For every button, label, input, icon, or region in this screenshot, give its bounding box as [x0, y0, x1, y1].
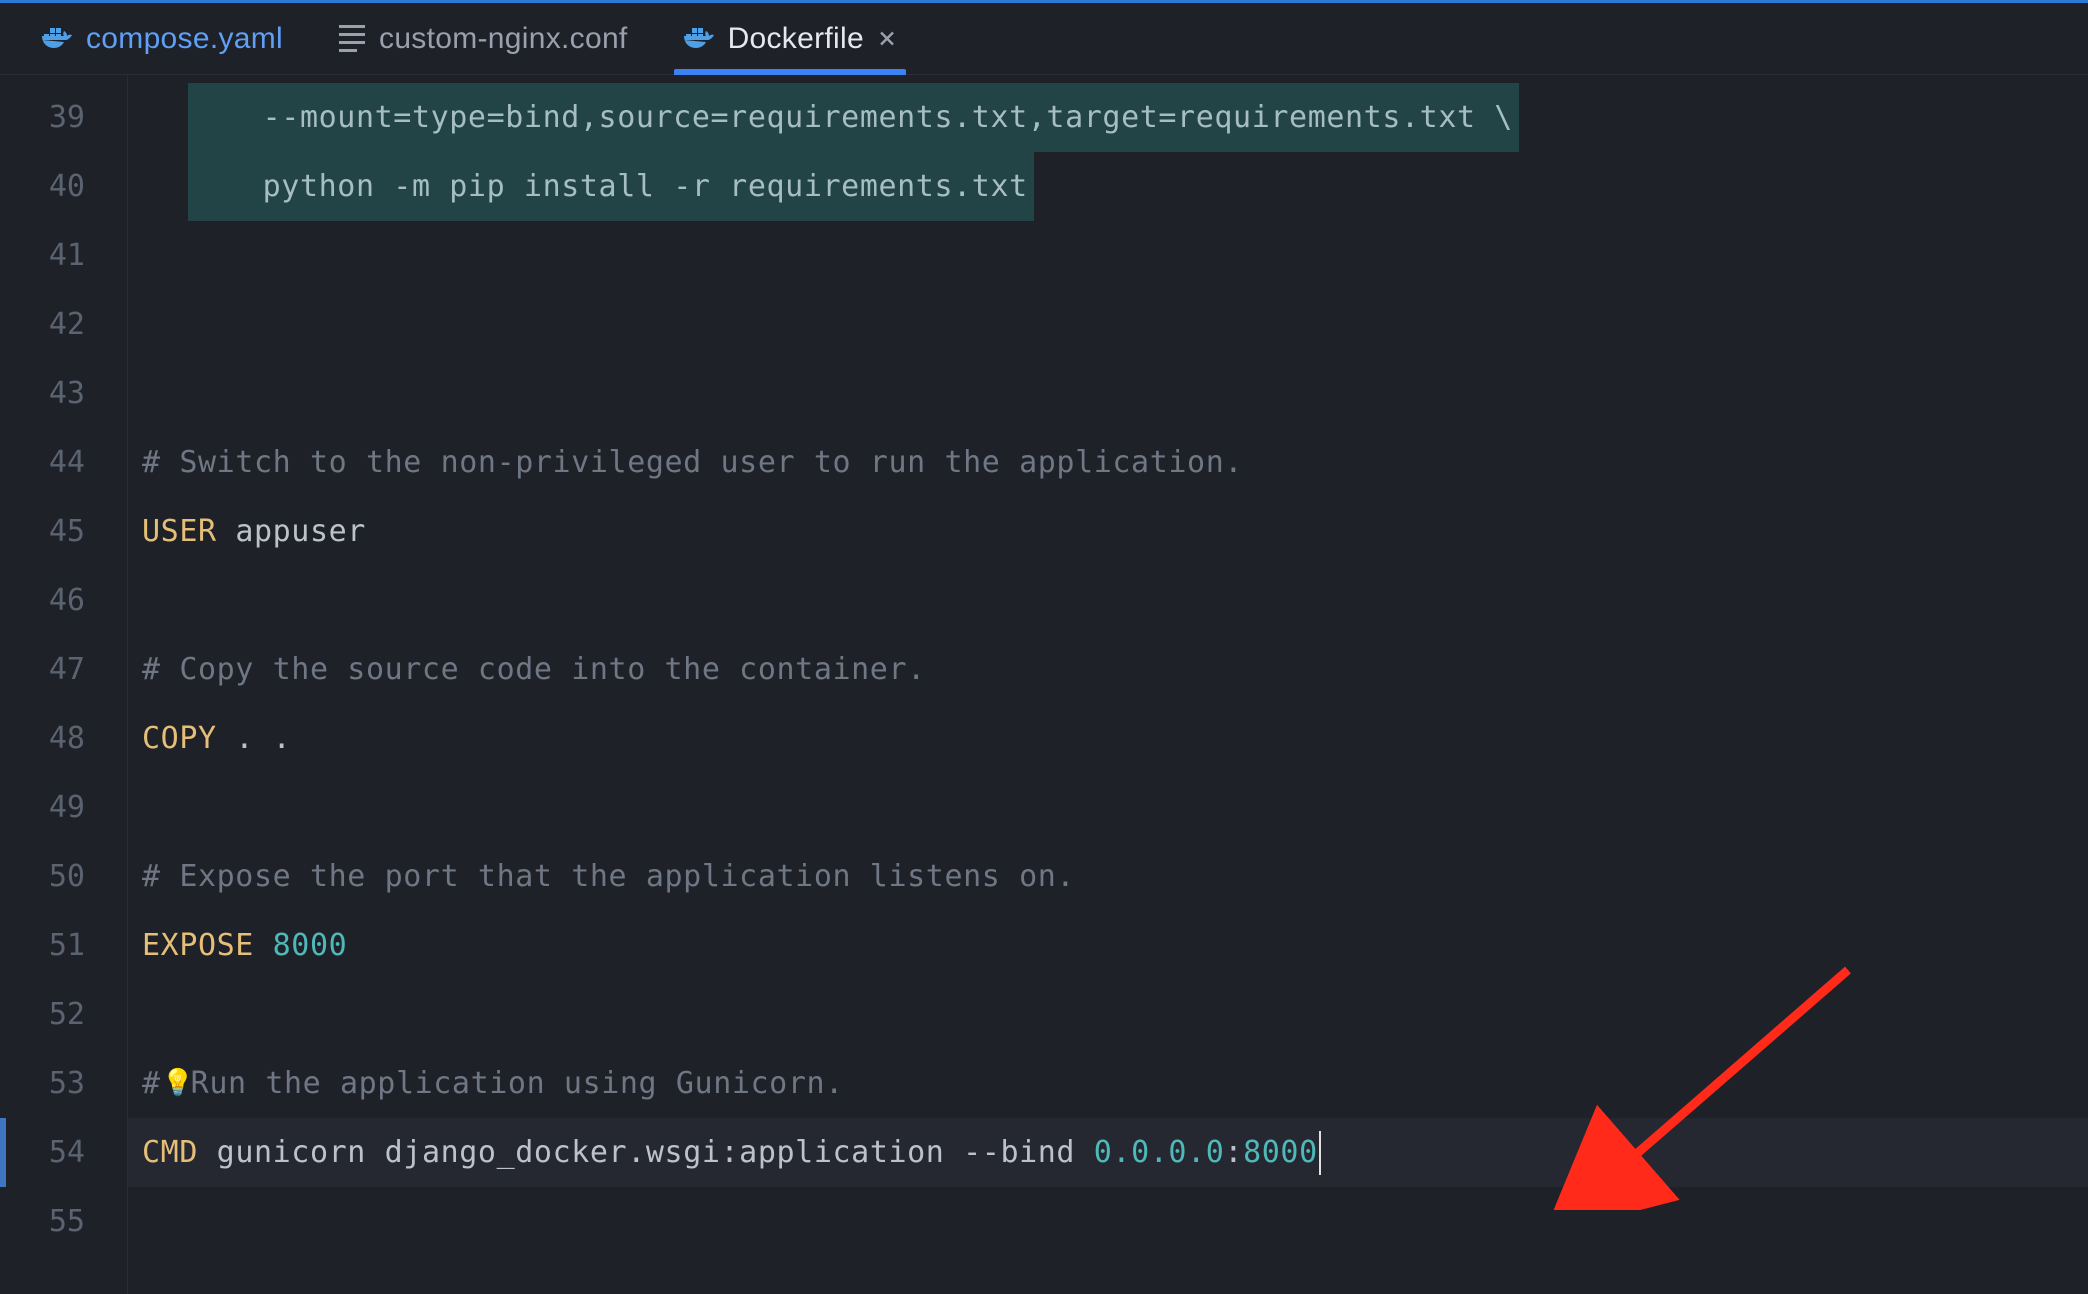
code-line-51[interactable]: EXPOSE 8000 [128, 911, 2088, 980]
code-line-44[interactable]: # Switch to the non-privileged user to r… [128, 428, 2088, 497]
editor-area: 39 40 41 42 43 44 45 46 47 48 49 50 51 5… [0, 75, 2088, 1294]
code-text: --mount=type=bind,source=requirements.tx… [188, 100, 1513, 135]
tab-label: Dockerfile [728, 22, 864, 56]
tab-compose-yaml[interactable]: compose.yaml [14, 3, 311, 74]
code-line-54[interactable]: CMD gunicorn django_docker.wsgi:applicat… [128, 1118, 2088, 1187]
code-comment: Run the application using Gunicorn. [191, 1066, 844, 1101]
line-number[interactable]: 52 [0, 980, 127, 1049]
code-comment: # Expose the port that the application l… [142, 859, 1075, 894]
line-number[interactable]: 42 [0, 290, 127, 359]
code-line-47[interactable]: # Copy the source code into the containe… [128, 635, 2088, 704]
line-number[interactable]: 51 [0, 911, 127, 980]
code-keyword: COPY [142, 721, 217, 756]
code-comment: # Switch to the non-privileged user to r… [142, 445, 1243, 480]
code-line-45[interactable]: USER appuser [128, 497, 2088, 566]
code-keyword: EXPOSE [142, 928, 254, 963]
line-number[interactable]: 40 [0, 152, 127, 221]
code-line-39[interactable]: --mount=type=bind,source=requirements.tx… [128, 83, 2088, 152]
code-text: gunicorn django_docker.wsgi:application … [198, 1135, 1094, 1170]
docker-icon [42, 26, 72, 52]
line-number[interactable]: 41 [0, 221, 127, 290]
line-number-gutter: 39 40 41 42 43 44 45 46 47 48 49 50 51 5… [0, 75, 128, 1294]
tab-label: compose.yaml [86, 22, 283, 56]
code-line-55[interactable] [128, 1187, 2088, 1256]
code-keyword: CMD [142, 1135, 198, 1170]
code-comment: # [142, 1066, 161, 1101]
code-text: python -m pip install -r requirements.tx… [188, 169, 1028, 204]
code-line-42[interactable] [128, 290, 2088, 359]
lightbulb-icon[interactable]: 💡 [162, 1070, 190, 1098]
code-area[interactable]: --mount=type=bind,source=requirements.tx… [128, 75, 2088, 1294]
code-line-40[interactable]: python -m pip install -r requirements.tx… [128, 152, 2088, 221]
line-number[interactable]: 48 [0, 704, 127, 773]
code-line-43[interactable] [128, 359, 2088, 428]
editor-tab-bar: compose.yaml custom-nginx.conf Dockerfil… [0, 3, 2088, 75]
text-cursor [1319, 1131, 1321, 1175]
line-number[interactable]: 43 [0, 359, 127, 428]
line-number[interactable]: 47 [0, 635, 127, 704]
line-number[interactable]: 45 [0, 497, 127, 566]
line-number[interactable]: 54 [0, 1118, 127, 1187]
code-line-49[interactable] [128, 773, 2088, 842]
line-number[interactable]: 39 [0, 83, 127, 152]
code-line-50[interactable]: # Expose the port that the application l… [128, 842, 2088, 911]
tab-dockerfile[interactable]: Dockerfile × [656, 3, 924, 74]
code-number: 0.0.0.0 [1094, 1135, 1225, 1170]
line-number[interactable]: 53 [0, 1049, 127, 1118]
close-icon[interactable]: × [878, 21, 896, 56]
code-line-53[interactable]: #💡Run the application using Gunicorn. [128, 1049, 2088, 1118]
line-number[interactable]: 50 [0, 842, 127, 911]
tab-custom-nginx-conf[interactable]: custom-nginx.conf [311, 3, 656, 74]
code-line-48[interactable]: COPY . . [128, 704, 2088, 773]
tab-label: custom-nginx.conf [379, 22, 628, 56]
line-number[interactable]: 55 [0, 1187, 127, 1256]
code-text: . . [217, 721, 292, 756]
code-text: appuser [217, 514, 366, 549]
code-number: 8000 [1243, 1135, 1318, 1170]
code-line-46[interactable] [128, 566, 2088, 635]
code-line-52[interactable] [128, 980, 2088, 1049]
code-text: : [1224, 1135, 1243, 1170]
code-line-41[interactable] [128, 221, 2088, 290]
code-keyword: USER [142, 514, 217, 549]
code-number: 8000 [254, 928, 347, 963]
line-number[interactable]: 46 [0, 566, 127, 635]
line-number[interactable]: 44 [0, 428, 127, 497]
line-number[interactable]: 49 [0, 773, 127, 842]
text-file-icon [339, 25, 365, 52]
docker-icon [684, 26, 714, 52]
code-comment: # Copy the source code into the containe… [142, 652, 926, 687]
